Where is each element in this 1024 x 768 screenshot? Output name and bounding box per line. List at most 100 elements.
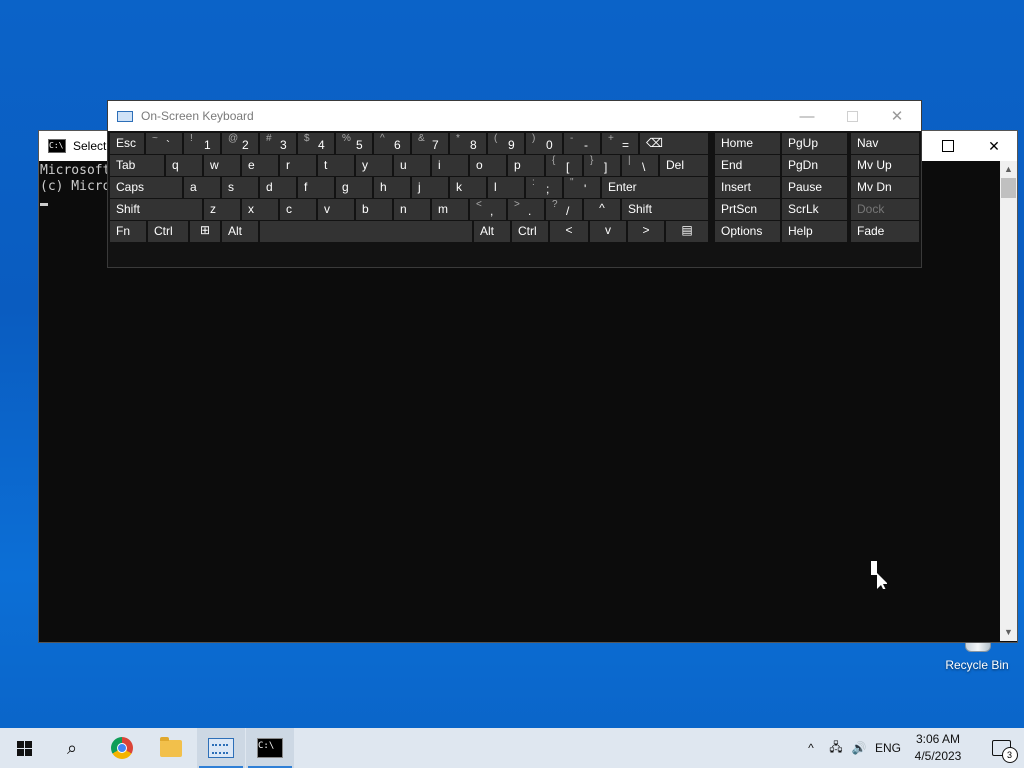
on-screen-keyboard-window[interactable]: On-Screen Keyboard — ✕ Esc ~ `! 1 @2 #3 $4% 5 ^ 6… (107, 100, 922, 268)
osk-minimize-button[interactable]: — (784, 101, 830, 131)
key-left[interactable]: < (550, 221, 588, 242)
key-p[interactable]: p (508, 155, 544, 176)
key-a[interactable]: a (184, 177, 220, 198)
taskbar-chrome[interactable] (98, 728, 146, 768)
taskbar-command-prompt[interactable]: C:\ (246, 728, 294, 768)
key-d[interactable]: d (260, 177, 296, 198)
key-h[interactable]: h (374, 177, 410, 198)
scrollbar-thumb[interactable] (1001, 178, 1016, 198)
key-pgup[interactable]: PgUp (782, 133, 847, 154)
start-button[interactable] (0, 728, 48, 768)
key-lshift[interactable]: Shift (110, 199, 202, 220)
key-o[interactable]: o (470, 155, 506, 176)
key-menu[interactable]: ▤ (666, 221, 708, 242)
key-k4[interactable]: $4 (298, 133, 334, 154)
key-fn[interactable]: Fn (110, 221, 146, 242)
key-n[interactable]: n (394, 199, 430, 220)
key-down[interactable]: v (590, 221, 626, 242)
key-backslash[interactable]: | \ (622, 155, 658, 176)
key-l[interactable]: l (488, 177, 524, 198)
key-c[interactable]: c (280, 199, 316, 220)
key-mvup[interactable]: Mv Up (851, 155, 919, 176)
key-k6[interactable]: ^ 6 (374, 133, 410, 154)
key-m[interactable]: m (432, 199, 468, 220)
key-end[interactable]: End (715, 155, 780, 176)
key-v[interactable]: v (318, 199, 354, 220)
key-k1[interactable]: ! 1 (184, 133, 220, 154)
key-k7[interactable]: & 7 (412, 133, 448, 154)
key-rshift[interactable]: Shift (622, 199, 708, 220)
key-t[interactable]: t (318, 155, 354, 176)
key-enter[interactable]: Enter (602, 177, 708, 198)
key-lalt[interactable]: Alt (222, 221, 258, 242)
key-pgdn[interactable]: PgDn (782, 155, 847, 176)
key-k0[interactable]: ) 0 (526, 133, 562, 154)
key-scrlk[interactable]: ScrLk (782, 199, 847, 220)
osk-titlebar[interactable]: On-Screen Keyboard — ✕ (108, 101, 921, 131)
key-esc[interactable]: Esc (110, 133, 144, 154)
key-e[interactable]: e (242, 155, 278, 176)
key-dock[interactable]: Dock (851, 199, 919, 220)
key-tilde[interactable]: ~ ` (146, 133, 182, 154)
key-k8[interactable]: * 8 (450, 133, 486, 154)
key-f[interactable]: f (298, 177, 334, 198)
key-rctrl[interactable]: Ctrl (512, 221, 548, 242)
key-k2[interactable]: @2 (222, 133, 258, 154)
cmd-maximize-button[interactable] (925, 131, 971, 161)
key-q[interactable]: q (166, 155, 202, 176)
key-home[interactable]: Home (715, 133, 780, 154)
key-g[interactable]: g (336, 177, 372, 198)
key-help[interactable]: Help (782, 221, 847, 242)
key-caps[interactable]: Caps (110, 177, 182, 198)
key-x[interactable]: x (242, 199, 278, 220)
key-minus[interactable]: -- (564, 133, 600, 154)
search-button[interactable]: ⌕ (48, 728, 96, 768)
key-rbracket[interactable]: }] (584, 155, 620, 176)
key-del[interactable]: Del (660, 155, 708, 176)
key-k[interactable]: k (450, 177, 486, 198)
key-y[interactable]: y (356, 155, 392, 176)
key-slash[interactable]: ? / (546, 199, 582, 220)
key-comma[interactable]: <, (470, 199, 506, 220)
taskbar-file-explorer[interactable] (147, 728, 195, 768)
action-center-button[interactable]: 3 (978, 728, 1024, 768)
scroll-up-arrow-icon[interactable]: ▲ (1000, 161, 1017, 178)
taskbar-on-screen-keyboard[interactable] (197, 728, 245, 768)
key-z[interactable]: z (204, 199, 240, 220)
key-nav[interactable]: Nav (851, 133, 919, 154)
key-b[interactable]: b (356, 199, 392, 220)
key-mvdn[interactable]: Mv Dn (851, 177, 919, 198)
volume-button[interactable]: 🔊 (848, 728, 870, 768)
key-tab[interactable]: Tab (110, 155, 164, 176)
key-r[interactable]: r (280, 155, 316, 176)
key-lbracket[interactable]: {[ (546, 155, 582, 176)
osk-close-button[interactable]: ✕ (874, 101, 920, 131)
key-space[interactable] (260, 221, 472, 242)
network-button[interactable]: 🖧 (824, 728, 848, 768)
key-up[interactable]: ^ (584, 199, 620, 220)
key-winkey[interactable]: ⊞ (190, 221, 220, 242)
key-i[interactable]: i (432, 155, 468, 176)
input-language-button[interactable]: ENG (872, 728, 904, 768)
key-u[interactable]: u (394, 155, 430, 176)
key-equal[interactable]: + = (602, 133, 638, 154)
key-fade[interactable]: Fade (851, 221, 919, 242)
key-quote[interactable]: " ' (564, 177, 600, 198)
key-backspace[interactable]: ⌫ (640, 133, 708, 154)
cmd-close-button[interactable]: ✕ (971, 131, 1017, 161)
key-w[interactable]: w (204, 155, 240, 176)
key-right[interactable]: > (628, 221, 664, 242)
key-k9[interactable]: (9 (488, 133, 524, 154)
key-s[interactable]: s (222, 177, 258, 198)
key-prtscn[interactable]: PrtScn (715, 199, 780, 220)
key-period[interactable]: >. (508, 199, 544, 220)
key-lctrl[interactable]: Ctrl (148, 221, 188, 242)
scroll-down-arrow-icon[interactable]: ▼ (1000, 624, 1017, 641)
key-pause[interactable]: Pause (782, 177, 847, 198)
key-k3[interactable]: #3 (260, 133, 296, 154)
key-options[interactable]: Options (715, 221, 780, 242)
osk-maximize-button[interactable] (829, 101, 875, 131)
key-ralt[interactable]: Alt (474, 221, 510, 242)
key-k5[interactable]: % 5 (336, 133, 372, 154)
show-hidden-icons-button[interactable]: ^ (800, 728, 822, 768)
